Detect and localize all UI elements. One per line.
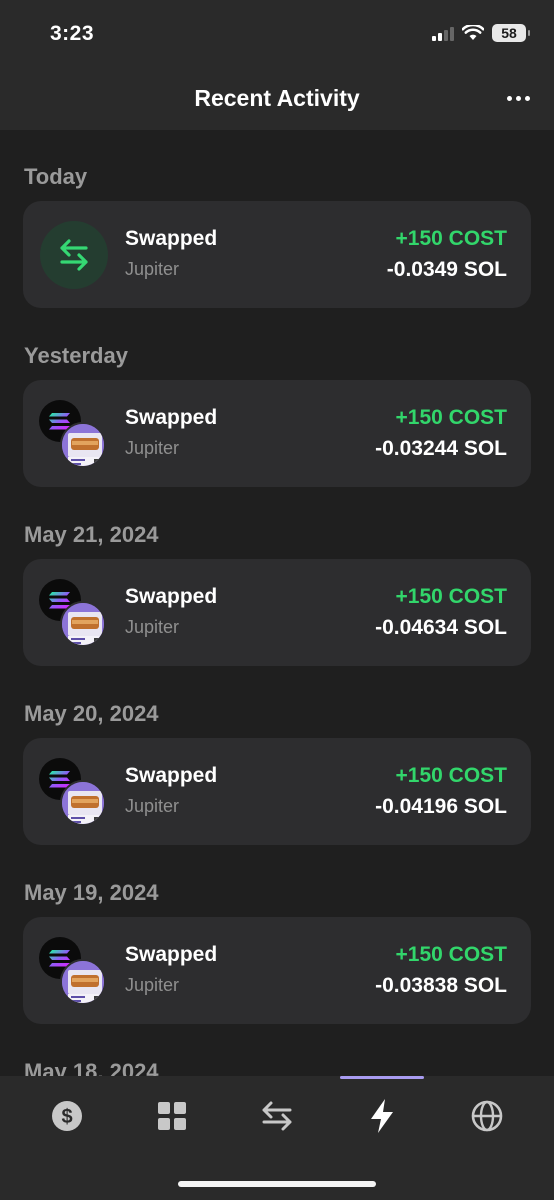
token-pair-icon [39, 758, 109, 828]
activity-title: Swapped [125, 764, 218, 787]
section-label: May 19, 2024 [24, 880, 159, 905]
activity-item[interactable]: Swapped Jupiter +150 COST -0.03838 SOL [23, 917, 531, 1024]
activity-bolt-icon [371, 1099, 393, 1133]
activity-source: Jupiter [125, 259, 180, 279]
activity-item[interactable]: Swapped Jupiter +150 COST -0.04196 SOL [23, 738, 531, 845]
received-amount: +150 COST [395, 764, 507, 787]
activity-title: Swapped [125, 227, 218, 250]
section-label: May 18, 2024 [24, 1059, 159, 1076]
activity-source: Jupiter [125, 438, 180, 458]
page-title: Recent Activity [194, 85, 360, 111]
received-amount: +150 COST [395, 406, 507, 429]
cost-token-icon [60, 601, 106, 647]
cellular-signal-icon [432, 25, 454, 41]
sent-amount: -0.0349 SOL [386, 258, 507, 281]
cost-token-icon [60, 959, 106, 1005]
active-tab-indicator [340, 1076, 424, 1079]
section-label: May 21, 2024 [24, 522, 159, 547]
sent-amount: -0.04196 SOL [375, 795, 507, 818]
header: Recent Activity [0, 70, 554, 130]
dollar-icon: $ [52, 1101, 82, 1131]
activity-title: Swapped [125, 943, 218, 966]
wifi-icon [462, 25, 484, 40]
activity-item[interactable]: Swapped Jupiter +150 COST -0.04634 SOL [23, 559, 531, 666]
activity-list[interactable]: Today Swapped Jupiter +150 COST -0.0349 … [0, 130, 554, 1076]
tab-activity[interactable] [360, 1094, 404, 1138]
activity-item[interactable]: Swapped Jupiter +150 COST -0.0349 SOL [23, 201, 531, 308]
sent-amount: -0.03244 SOL [375, 437, 507, 460]
activity-title: Swapped [125, 585, 218, 608]
cost-token-icon [60, 780, 106, 826]
section-label: May 20, 2024 [24, 701, 159, 726]
explore-globe-icon [471, 1100, 503, 1132]
token-pair-icon [39, 400, 109, 470]
received-amount: +150 COST [395, 585, 507, 608]
status-time: 3:23 [50, 22, 95, 45]
tab-collectibles[interactable] [150, 1094, 194, 1138]
status-icons: 58 [432, 24, 530, 42]
sent-amount: -0.03838 SOL [375, 974, 507, 997]
token-pair-icon [39, 579, 109, 649]
sent-amount: -0.04634 SOL [375, 616, 507, 639]
home-indicator[interactable] [178, 1181, 376, 1187]
cost-token-icon [60, 422, 106, 468]
section-label: Today [24, 164, 88, 189]
swap-icon [262, 1101, 292, 1131]
svg-text:$: $ [61, 1106, 72, 1128]
received-amount: +150 COST [395, 227, 507, 250]
activity-title: Swapped [125, 406, 218, 429]
swap-arrows-icon [40, 221, 108, 289]
received-amount: +150 COST [395, 943, 507, 966]
activity-source: Jupiter [125, 975, 180, 995]
tab-swap[interactable] [255, 1094, 299, 1138]
activity-item[interactable]: Swapped Jupiter +150 COST -0.03244 SOL [23, 380, 531, 487]
activity-source: Jupiter [125, 796, 180, 816]
activity-source: Jupiter [125, 617, 180, 637]
more-horizontal-icon[interactable] [507, 96, 530, 101]
tab-wallet[interactable]: $ [45, 1094, 89, 1138]
token-pair-icon [39, 937, 109, 1007]
section-label: Yesterday [24, 343, 128, 368]
tab-explore[interactable] [465, 1094, 509, 1138]
status-bar: 3:23 58 [0, 0, 554, 70]
collectibles-grid-icon [158, 1102, 186, 1130]
battery-icon: 58 [492, 24, 530, 42]
activity-screen: 3:23 58 Recent Activity Today Swapped Ju… [0, 0, 554, 1200]
